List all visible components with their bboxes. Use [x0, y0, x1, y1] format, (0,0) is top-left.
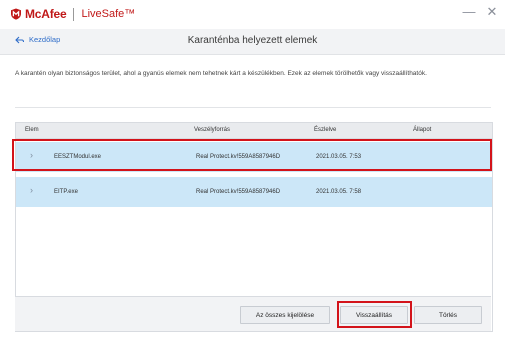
app-logo: McAfee LiveSafe™: [10, 7, 135, 21]
page-header: Kezdőlap Karanténba helyezett elemek: [0, 29, 505, 55]
detected-time: 2021.03.05. 7:58: [316, 189, 362, 195]
delete-button[interactable]: Törlés: [414, 306, 482, 324]
page-title: Karanténba helyezett elemek: [187, 35, 318, 46]
chevron-right-icon[interactable]: ›: [30, 150, 40, 162]
column-header-status[interactable]: Állapot: [413, 127, 431, 133]
column-header-detected[interactable]: Észlelve: [314, 127, 336, 133]
logo-divider: [73, 7, 75, 21]
detected-time: 2021.03.05. 7:53: [316, 154, 362, 160]
mcafee-shield-icon: [11, 8, 21, 20]
column-header-item[interactable]: Elem: [25, 127, 39, 133]
column-header-threat[interactable]: Veszélyforrás: [194, 127, 230, 133]
description-text: A karantén olyan biztonságos terület, ah…: [15, 70, 427, 77]
table-row[interactable]: › EESZTModul.exe Real Protect.kv!559A858…: [16, 142, 492, 172]
action-bar: Az összes kijelölése Visszaállítás Törlé…: [15, 296, 491, 331]
item-name: EESZTModul.exe: [54, 154, 102, 160]
table-header: Elem Veszélyforrás Észlelve Állapot: [16, 123, 492, 139]
item-name: EITP.exe: [54, 189, 78, 195]
product-name: LiveSafe™: [81, 8, 136, 20]
minimize-icon[interactable]: —: [461, 4, 477, 20]
table-row[interactable]: › EITP.exe Real Protect.kv!559A8587946D …: [16, 177, 492, 207]
threat-name: Real Protect.kv!559A8587946D: [196, 154, 281, 160]
chevron-right-icon[interactable]: ›: [30, 185, 40, 197]
select-all-button[interactable]: Az összes kijelölése: [240, 306, 330, 324]
title-bar: McAfee LiveSafe™ — ✕: [0, 0, 505, 29]
divider: [15, 107, 491, 108]
brand-name: McAfee: [25, 7, 67, 21]
restore-button[interactable]: Visszaállítás: [340, 306, 408, 324]
threat-name: Real Protect.kv!559A8587946D: [196, 189, 281, 195]
close-icon[interactable]: ✕: [484, 4, 500, 20]
